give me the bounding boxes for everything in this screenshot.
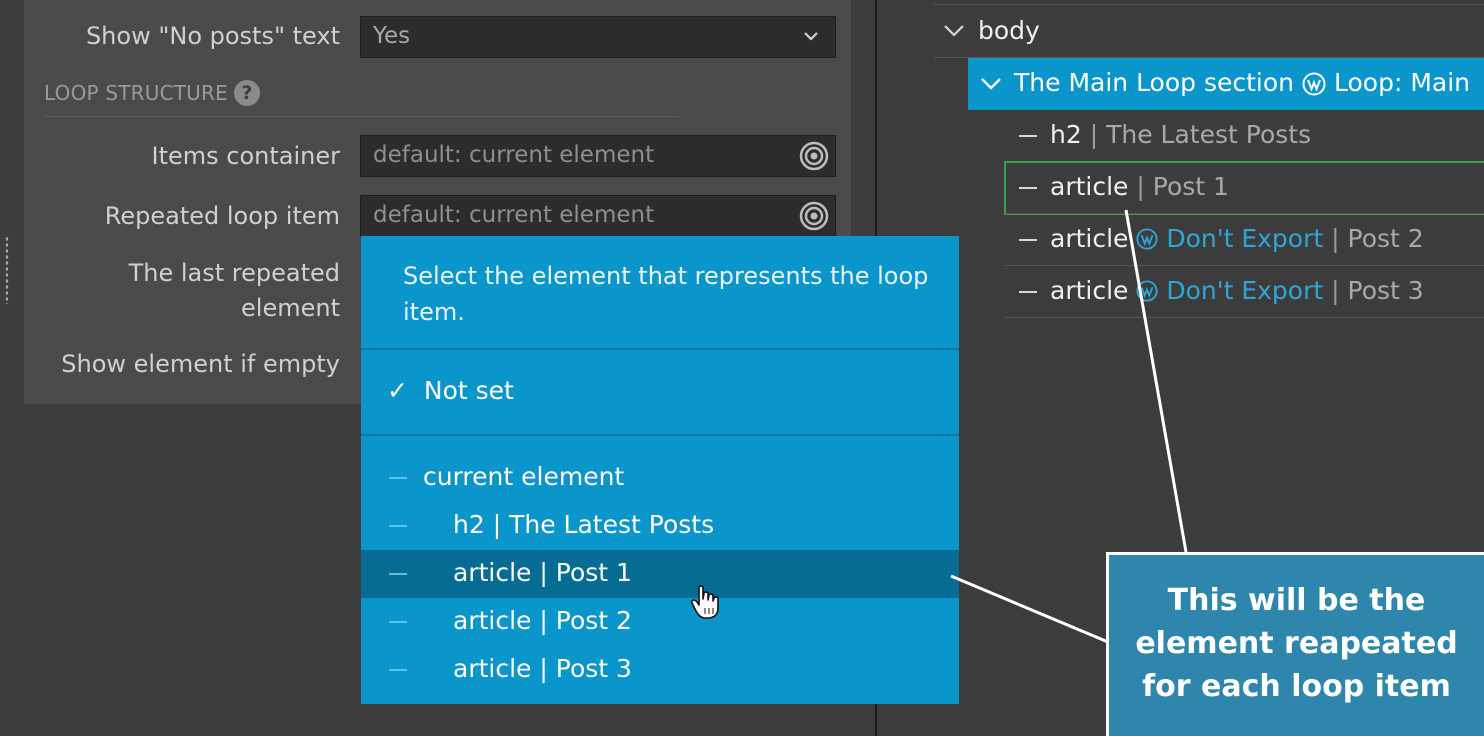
tree-tag: h2 <box>1050 120 1082 149</box>
tree-sep: | <box>1331 276 1340 305</box>
show-if-empty-label: Show element if empty <box>61 350 340 378</box>
hand-cursor-icon <box>690 585 719 619</box>
panel-drag-handle[interactable] <box>5 236 9 304</box>
option-sep: | <box>492 510 502 539</box>
option-sep: | <box>539 654 548 683</box>
hover-outline <box>1004 161 1484 215</box>
section-title: LOOP STRUCTURE <box>44 81 228 105</box>
help-icon[interactable]: ? <box>233 80 260 106</box>
repeated-item-label: Repeated loop item <box>104 202 340 230</box>
chevron-down-icon[interactable] <box>943 24 965 38</box>
last-repeated-label: The last repeated element <box>128 259 340 322</box>
option-current-element[interactable]: current element <box>361 454 959 502</box>
not-set-option[interactable]: ✓ Not set <box>387 376 514 405</box>
loop-badge: Loop: Main <box>1334 68 1470 97</box>
option-name: The Latest Posts <box>509 510 715 539</box>
annotation-callout: This will be the element reapeated for e… <box>1106 552 1484 736</box>
tree-name: The Latest Posts <box>1106 120 1312 149</box>
no-posts-value: Yes <box>373 23 411 49</box>
option-name: Post 3 <box>555 654 632 683</box>
tree-sep: | <box>1331 224 1340 253</box>
option-name: Post 1 <box>555 558 632 587</box>
option-name: Post 2 <box>555 606 632 635</box>
target-icon[interactable] <box>799 201 829 231</box>
chevron-down-icon <box>804 32 818 41</box>
items-container-placeholder: default: current element <box>373 142 655 168</box>
option-sep: | <box>539 558 548 587</box>
loop-item-dropdown: Select the element that represents the l… <box>361 236 959 704</box>
wordpress-icon <box>1302 72 1326 96</box>
not-set-label: Not set <box>423 376 514 405</box>
checkmark-icon: ✓ <box>387 376 408 405</box>
main-loop-label: The Main Loop section <box>1014 68 1295 97</box>
dont-export-link[interactable]: Don't Export <box>1166 224 1323 253</box>
option-tag: article <box>453 654 532 683</box>
wordpress-icon <box>1136 280 1158 302</box>
option-tag: article <box>453 606 532 635</box>
no-posts-label: Show "No posts" text <box>85 22 340 50</box>
option-article-post-3[interactable]: article | Post 3 <box>361 646 959 694</box>
section-divider <box>44 116 678 117</box>
tree-name: Post 3 <box>1347 276 1424 305</box>
tree-name: Post 2 <box>1347 224 1424 253</box>
tree-row-h2[interactable]: h2 | The Latest Posts <box>1005 110 1484 162</box>
items-container-field[interactable]: default: current element <box>360 135 836 177</box>
option-label: current element <box>423 462 625 491</box>
tree-row-post-3[interactable]: article Don't Export | Post 3 <box>1005 266 1484 318</box>
option-h2-latest-posts[interactable]: h2 | The Latest Posts <box>361 502 959 550</box>
option-tag: article <box>453 558 532 587</box>
tree-body-label: body <box>978 16 1040 45</box>
dont-export-link[interactable]: Don't Export <box>1166 276 1323 305</box>
dropdown-header: Select the element that represents the l… <box>403 262 929 326</box>
chevron-down-icon[interactable] <box>980 77 1002 91</box>
no-posts-select[interactable]: Yes <box>360 16 836 58</box>
repeated-item-field[interactable]: default: current element <box>360 195 836 237</box>
option-article-post-2[interactable]: article | Post 2 <box>361 598 959 646</box>
option-tag: h2 <box>453 510 485 539</box>
tree-row-main-loop[interactable]: The Main Loop section Loop: Main <box>968 58 1484 110</box>
tree-sep: | <box>1089 120 1099 149</box>
option-article-post-1[interactable]: article | Post 1 <box>361 550 959 598</box>
tree-tag: article <box>1050 276 1129 305</box>
tree-tag: article <box>1050 224 1129 253</box>
option-sep: | <box>539 606 548 635</box>
loop-structure-heading: LOOP STRUCTURE? <box>44 80 260 106</box>
tree-row-post-2[interactable]: article Don't Export | Post 2 <box>1005 214 1484 266</box>
callout-text: This will be the element reapeated for e… <box>1135 583 1458 704</box>
items-container-label: Items container <box>151 142 340 170</box>
wordpress-icon <box>1136 228 1158 250</box>
repeated-item-placeholder: default: current element <box>373 202 655 228</box>
target-icon[interactable] <box>799 141 829 171</box>
